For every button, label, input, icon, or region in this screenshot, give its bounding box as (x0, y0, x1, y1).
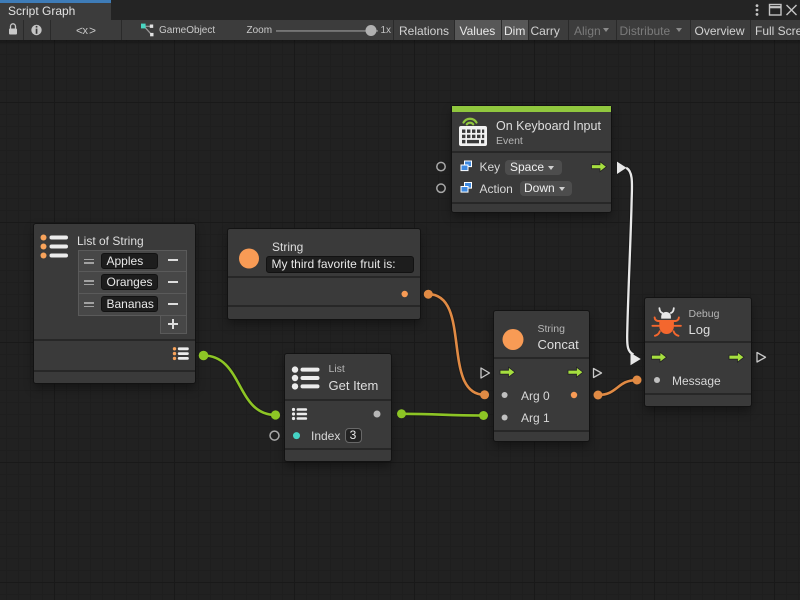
svg-text:x: x (83, 25, 89, 37)
svg-text:>: > (89, 24, 96, 38)
